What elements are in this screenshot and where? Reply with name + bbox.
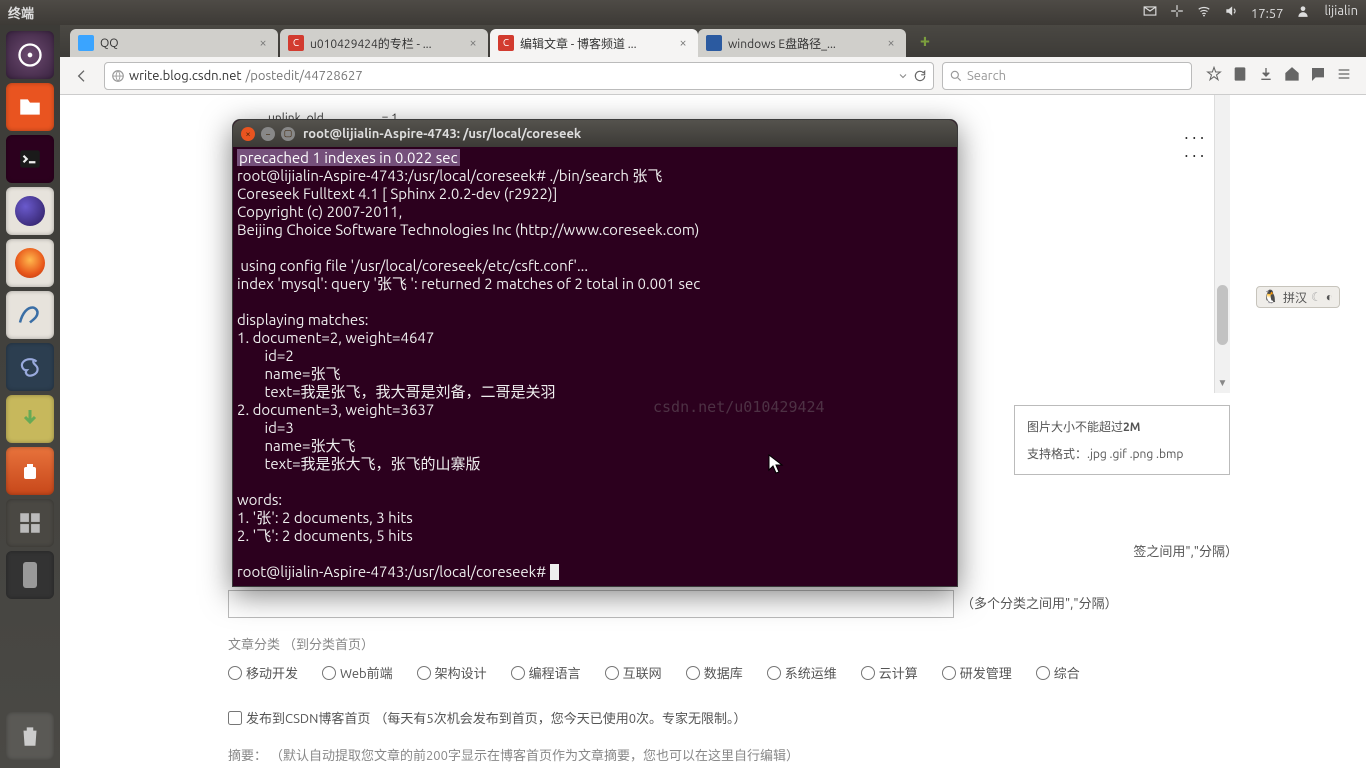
system-tray: 17:57 lijialin — [1133, 4, 1358, 21]
app-icon-yellow[interactable] — [6, 395, 54, 443]
mysql-workbench-icon[interactable] — [6, 291, 54, 339]
workspace-switcher-icon[interactable] — [6, 499, 54, 547]
trash-icon[interactable] — [6, 712, 54, 760]
window-minimize-button[interactable]: − — [261, 127, 275, 141]
clock[interactable]: 17:57 — [1251, 7, 1284, 21]
window-maximize-button[interactable]: ▢ — [281, 127, 295, 141]
category-radio-row: 移动开发 Web前端 架构设计 编程语言 互联网 数据库 系统运维 云计算 研发… — [228, 663, 1230, 682]
active-app-name: 终端 — [8, 3, 34, 22]
category-radio[interactable]: Web前端 — [322, 663, 393, 682]
menu-icon[interactable] — [1336, 66, 1352, 86]
category-radio[interactable]: 研发管理 — [942, 663, 1012, 682]
ellipsis-text: ... — [1183, 128, 1206, 143]
category-radio[interactable]: 架构设计 — [417, 663, 487, 682]
nav-toolbar: write.blog.csdn.net/postedit/44728627 Se… — [60, 57, 1366, 95]
terminal-title: root@lijialin-Aspire-4743: /usr/local/co… — [303, 127, 949, 141]
ime-label: 拼汉 — [1283, 289, 1307, 306]
tab-windows-e-path[interactable]: windows E盘路径_... × — [698, 29, 906, 57]
unity-launcher — [0, 25, 60, 768]
category-input[interactable] — [228, 590, 954, 618]
favicon — [706, 35, 722, 51]
app-icon-s[interactable] — [6, 343, 54, 391]
favicon: C — [498, 35, 514, 51]
files-icon[interactable] — [6, 83, 54, 131]
settings-dot-icon: ◐ — [1326, 290, 1333, 304]
category-radio[interactable]: 编程语言 — [511, 663, 581, 682]
updates-icon[interactable] — [1170, 4, 1184, 18]
new-tab-button[interactable]: + — [914, 31, 936, 53]
search-icon — [949, 69, 963, 83]
category-radio[interactable]: 移动开发 — [228, 663, 298, 682]
terminal-body[interactable]: precached 1 indexes in 0.022 sec root@li… — [233, 147, 957, 583]
terminal-icon[interactable] — [6, 135, 54, 183]
back-button[interactable] — [68, 62, 96, 90]
home-icon[interactable] — [1284, 66, 1300, 86]
top-panel: 终端 17:57 lijialin — [0, 0, 1366, 25]
ellipsis-text: ... — [1183, 146, 1206, 161]
downloads-icon[interactable] — [1258, 66, 1274, 86]
close-icon[interactable]: × — [466, 36, 480, 50]
mail-icon[interactable] — [1143, 4, 1157, 18]
tab-edit-article[interactable]: C 编辑文章 - 博客频道 ... × — [490, 29, 698, 57]
tab-qq[interactable]: QQ × — [70, 29, 278, 57]
tab-strip: QQ × C u010429424的专栏 - ... × C 编辑文章 - 博客… — [60, 25, 1366, 57]
multi-category-hint: （多个分类之间用","分隔） — [961, 597, 1118, 611]
publish-checkbox[interactable] — [228, 711, 242, 725]
terminal-titlebar[interactable]: × − ▢ root@lijialin-Aspire-4743: /usr/lo… — [233, 120, 957, 147]
close-icon[interactable]: × — [256, 36, 270, 50]
volume-icon[interactable] — [1224, 4, 1238, 18]
reload-icon[interactable] — [913, 69, 927, 83]
category-radio[interactable]: 数据库 — [686, 663, 743, 682]
ime-indicator[interactable]: 🐧 拼汉 ☾ ◐ — [1256, 286, 1340, 308]
category-radio[interactable]: 综合 — [1036, 663, 1080, 682]
reader-icon[interactable] — [1232, 66, 1248, 86]
dash-icon[interactable] — [6, 31, 54, 79]
terminal-window[interactable]: × − ▢ root@lijialin-Aspire-4743: /usr/lo… — [232, 119, 958, 587]
publish-hint: （每天有5次机会发布到首页，您今天已使用0次。专家无限制。） — [374, 708, 746, 727]
publish-label: 发布到CSDN博客首页 — [246, 708, 370, 727]
abstract-title: 摘要： （默认自动提取您文章的前200字显示在博客首页作为文章摘要，您也可以在这… — [228, 745, 1230, 764]
category-radio[interactable]: 互联网 — [605, 663, 662, 682]
upload-hint-box: 图片大小不能超过2M 支持格式：.jpg .gif .png .bmp — [1014, 405, 1230, 475]
close-icon[interactable]: × — [884, 36, 898, 50]
window-close-button[interactable]: × — [241, 127, 255, 141]
article-category-title: 文章分类 （到分类首页） — [228, 634, 1230, 653]
close-icon[interactable]: × — [676, 36, 690, 50]
terminal-cursor — [550, 564, 559, 580]
moon-icon: ☾ — [1311, 290, 1322, 304]
tab-csdn-column[interactable]: C u010429424的专栏 - ... × — [280, 29, 488, 57]
toolbar-icons — [1200, 66, 1358, 86]
penguin-icon: 🐧 — [1263, 290, 1279, 305]
favicon — [78, 35, 94, 51]
chat-icon[interactable] — [1310, 66, 1326, 86]
ubuntu-software-icon[interactable] — [6, 447, 54, 495]
editor-scrollbar[interactable]: ▼ — [1214, 95, 1230, 393]
url-input[interactable]: write.blog.csdn.net/postedit/44728627 — [104, 62, 934, 90]
tag-hint: 签之间用","分隔） — [1133, 541, 1238, 560]
dropdown-icon[interactable] — [897, 70, 909, 82]
bookmark-star-icon[interactable] — [1206, 66, 1222, 86]
category-radio[interactable]: 云计算 — [861, 663, 918, 682]
search-input[interactable]: Search — [942, 62, 1192, 90]
category-radio[interactable]: 系统运维 — [767, 663, 837, 682]
network-icon[interactable] — [1197, 4, 1211, 18]
firefox-icon[interactable] — [6, 239, 54, 287]
eclipse-icon[interactable] — [6, 187, 54, 235]
favicon: C — [288, 35, 304, 51]
globe-icon — [111, 69, 125, 83]
scrollbar-thumb[interactable] — [1217, 285, 1228, 345]
scroll-down-icon[interactable]: ▼ — [1215, 377, 1230, 393]
app-icon-dark[interactable] — [6, 551, 54, 599]
user-menu[interactable]: lijialin — [1296, 4, 1358, 18]
